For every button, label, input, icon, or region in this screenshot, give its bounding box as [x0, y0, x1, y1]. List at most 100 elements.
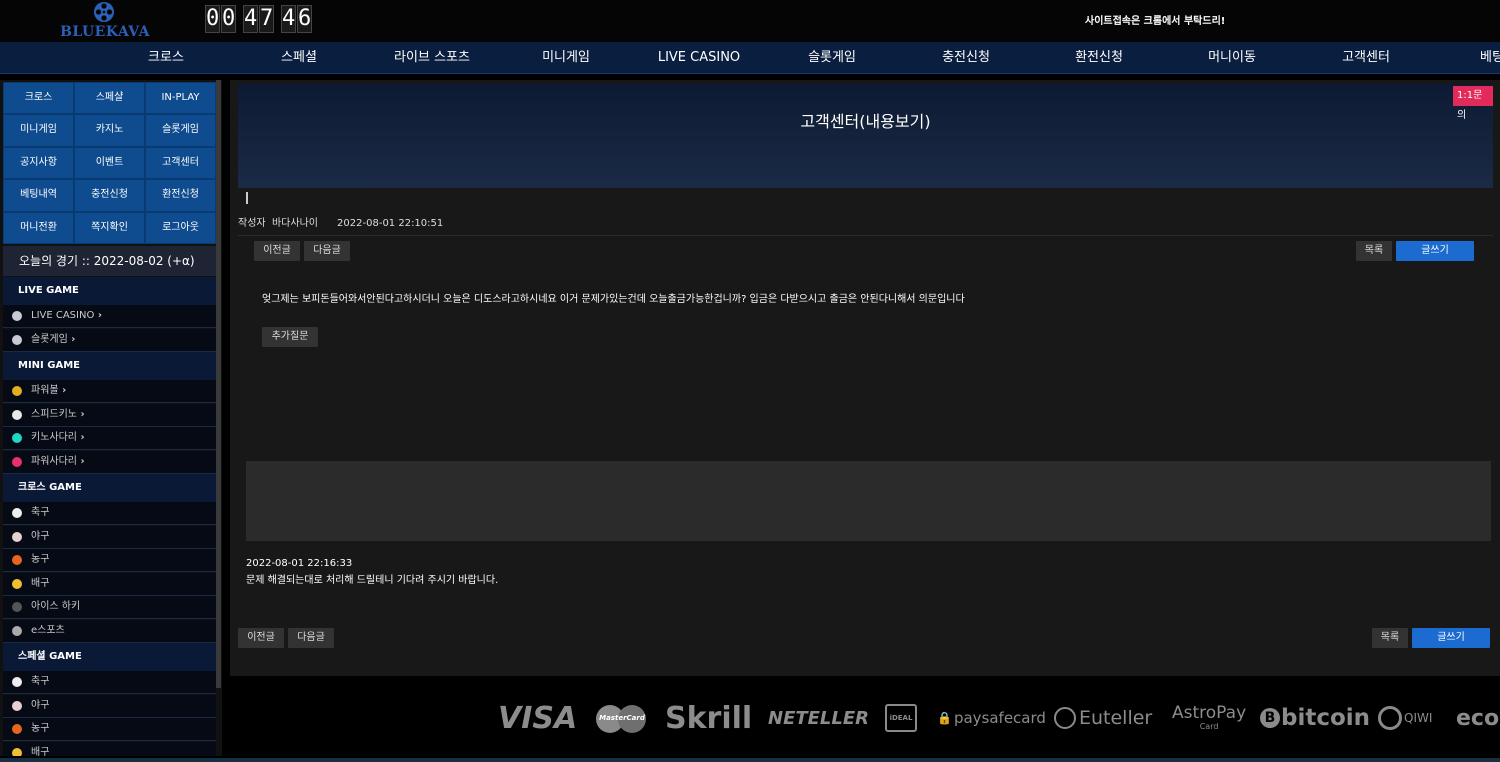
quick-menu-special[interactable]: 스페샬: [74, 82, 145, 115]
reply-text: 문제 해결되는대로 처리해 드릴테니 기다려 주시기 바랍니다.: [246, 575, 499, 586]
timer-digit: 6: [297, 5, 312, 33]
sidebar-menu-item[interactable]: 파워볼 ›: [3, 380, 216, 403]
list-button-bottom[interactable]: 목록: [1372, 628, 1408, 648]
chevron-right-icon: ›: [77, 455, 85, 467]
quick-menu-notice[interactable]: 공지사항: [3, 146, 74, 180]
sidebar-section-title: MINI GAME: [3, 352, 216, 380]
quick-menu-money-convert[interactable]: 머니전환: [3, 211, 74, 244]
sidebar-menu-item[interactable]: 배구: [3, 572, 216, 596]
ecopayz-logo: eco: [1456, 705, 1500, 731]
slot-icon: [12, 334, 22, 345]
timer-seconds: 4 6: [281, 5, 313, 33]
site-logo[interactable]: BLUEKAVA: [60, 0, 150, 42]
page-title: 고객센터(내용보기): [800, 112, 931, 131]
sidebar-menu-item-label: 슬롯게임: [31, 333, 68, 345]
write-button[interactable]: 글쓰기: [1396, 241, 1474, 261]
nav-item-money-transfer[interactable]: 머니이동: [1208, 42, 1256, 73]
sidebar-menu-item-label: 축구: [31, 676, 50, 687]
quick-menu-deposit[interactable]: 충전신청: [74, 179, 145, 212]
quick-menu-logout[interactable]: 로그아웃: [145, 211, 216, 244]
nav-item-minigame[interactable]: 미니게임: [542, 42, 590, 73]
sidebar-section-title: 스페셜 GAME: [3, 643, 216, 671]
chevron-right-icon: ›: [77, 432, 85, 443]
sidebar-menu-item[interactable]: 슬롯게임 ›: [3, 328, 216, 352]
chevron-right-icon: ›: [58, 385, 67, 396]
astropay-text: AstroPay: [1172, 703, 1247, 723]
ideal-logo: iDEAL: [885, 698, 917, 738]
esports-icon: [12, 625, 22, 636]
nav-item-special[interactable]: 스페셜: [281, 42, 317, 73]
logo-text: BLUEKAVA: [60, 24, 150, 40]
powerball-icon: [12, 386, 22, 396]
sidebar: 크로스 스페샬 IN-PLAY 미니게임 카지노 슬롯게임 공지사항 이벤트 고…: [0, 80, 222, 756]
quick-menu-withdraw[interactable]: 환전신청: [145, 179, 216, 212]
nav-item-slot[interactable]: 슬롯게임: [808, 42, 856, 73]
qiwi-q-icon: [1378, 706, 1402, 730]
timer-minutes: 4 7: [243, 5, 275, 33]
powerladder-icon: [12, 456, 22, 467]
quick-menu-bet-history[interactable]: 베팅내역: [3, 179, 74, 212]
list-button[interactable]: 목록: [1356, 241, 1392, 261]
sidebar-menu-item[interactable]: e스포츠: [3, 619, 216, 643]
paysafecard-text: paysafecard: [953, 709, 1046, 727]
lock-icon: 🔒: [937, 711, 952, 725]
volleyball-icon: [12, 578, 22, 589]
nav-item-betting[interactable]: 베팅: [1480, 42, 1500, 73]
sidebar-menu-item[interactable]: 아이스 하키: [3, 596, 216, 619]
quick-menu-customer-center[interactable]: 고객센터: [145, 146, 216, 180]
sidebar-scrollbar[interactable]: [216, 80, 221, 688]
nav-item-live-sports[interactable]: 라이브 스포츠: [394, 42, 470, 73]
quick-menu-casino[interactable]: 카지노: [74, 114, 145, 147]
sidebar-menu-item[interactable]: 키노사다리 ›: [3, 427, 216, 450]
skrill-logo: Skrill: [665, 700, 753, 736]
sidebar-section-title: 크로스 GAME: [3, 474, 216, 502]
ideal-text: iDEAL: [885, 704, 917, 732]
sidebar-menu-item-label: 스피드키노: [31, 408, 77, 420]
bitcoin-logo: B bitcoin: [1260, 698, 1370, 738]
next-post-button-bottom[interactable]: 다음글: [288, 628, 334, 648]
main-panel: 고객센터(내용보기) 1:1문의 작성자 바다사나이 2022-08-01 22…: [230, 80, 1500, 676]
post-content: 엊그제는 보피돈들어와서안된다고하시더니 오늘은 디도스라고하시네요 이거 문제…: [262, 294, 965, 305]
payment-logos: VISA MasterCard Skrill NETELLER iDEAL 🔒 …: [0, 690, 1500, 750]
chevron-right-icon: ›: [77, 408, 85, 420]
sidebar-menu-item[interactable]: 스피드키노 ›: [3, 403, 216, 427]
prev-post-button-bottom[interactable]: 이전글: [238, 628, 284, 648]
sidebar-menu-item-label: e스포츠: [31, 624, 65, 636]
astropay-logo: AstroPay Card: [1172, 698, 1246, 738]
todays-games-header[interactable]: 오늘의 경기 :: 2022-08-02 (+α): [3, 246, 216, 276]
nav-item-deposit[interactable]: 충전신청: [942, 42, 990, 73]
sidebar-menu-item-label: 축구: [31, 507, 50, 518]
quick-menu-slot[interactable]: 슬롯게임: [145, 114, 216, 147]
soccer-icon: [12, 677, 22, 687]
write-button-bottom[interactable]: 글쓰기: [1412, 628, 1490, 648]
bottom-strip: [0, 758, 1500, 762]
astropay-card-text: Card: [1199, 722, 1219, 731]
quick-menu-event[interactable]: 이벤트: [74, 146, 145, 180]
next-post-button[interactable]: 다음글: [304, 241, 350, 261]
kenoladder-icon: [12, 433, 22, 443]
nav-item-cross[interactable]: 크로스: [148, 42, 184, 73]
reply-input-area[interactable]: [246, 461, 1491, 541]
one-to-one-inquiry-button[interactable]: 1:1문의: [1453, 86, 1493, 121]
sidebar-menu-item[interactable]: 농구: [3, 549, 216, 572]
sidebar-menu-item[interactable]: 축구: [3, 502, 216, 525]
nav-item-customer-center[interactable]: 고객센터: [1342, 42, 1390, 73]
sidebar-menu-item-label: 아이스 하키: [31, 601, 81, 612]
quick-menu-messages[interactable]: 쪽지확인: [74, 211, 145, 244]
quick-menu-inplay[interactable]: IN-PLAY: [145, 82, 216, 115]
chevron-right-icon: ›: [94, 310, 102, 321]
additional-question-button[interactable]: 추가질문: [262, 327, 318, 347]
mastercard-text: MasterCard: [599, 714, 645, 722]
nav-item-withdraw[interactable]: 환전신청: [1075, 42, 1123, 73]
sidebar-menu-item[interactable]: LIVE CASINO ›: [3, 305, 216, 328]
prev-post-button[interactable]: 이전글: [254, 241, 300, 261]
sidebar-menu-item[interactable]: 파워사다리 ›: [3, 450, 216, 474]
chevron-right-icon: ›: [67, 333, 76, 345]
quick-menu-cross[interactable]: 크로스: [3, 82, 74, 115]
nav-item-live-casino[interactable]: LIVE CASINO: [658, 42, 740, 73]
sidebar-section-title: LIVE GAME: [3, 277, 216, 305]
timer-digit: 0: [205, 5, 220, 33]
sidebar-menu-item[interactable]: 야구: [3, 525, 216, 549]
quick-menu-minigame[interactable]: 미니게임: [3, 114, 74, 147]
author-label: 작성자: [238, 218, 266, 229]
